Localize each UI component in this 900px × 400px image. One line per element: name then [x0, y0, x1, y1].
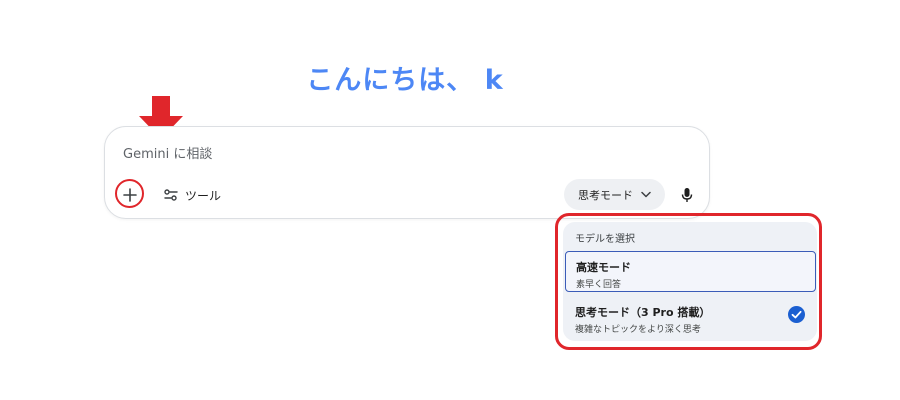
check-circle-icon — [788, 306, 805, 323]
prompt-input[interactable] — [123, 143, 683, 165]
tools-button[interactable]: ツール — [159, 182, 225, 208]
mic-icon — [681, 188, 693, 202]
tune-icon — [164, 189, 178, 201]
menu-item-subtitle: 素早く回答 — [576, 280, 622, 290]
tools-label: ツール — [185, 188, 222, 203]
menu-item-title: 思考モード（3 Pro 搭載） — [575, 306, 711, 319]
chevron-down-icon — [641, 191, 651, 198]
menu-item-title: 高速モード — [576, 261, 631, 274]
microphone-button[interactable] — [673, 181, 701, 209]
menu-header: モデルを選択 — [575, 234, 635, 245]
menu-item-thinking-mode[interactable]: 思考モード（3 Pro 搭載） 複雑なトピックをより深く思考 — [563, 297, 817, 337]
greeting-title: こんにちは、 k — [306, 65, 504, 96]
menu-item-subtitle: 複雑なトピックをより深く思考 — [575, 325, 701, 335]
mode-dropdown-menu: モデルを選択 高速モード 素早く回答 思考モード（3 Pro 搭載） 複雑なトピ… — [563, 222, 817, 341]
mode-selector-button[interactable]: 思考モード — [564, 179, 665, 210]
plus-icon — [123, 188, 137, 202]
add-button[interactable] — [116, 181, 144, 209]
gemini-home: こんにちは、 k ツール 思考モード — [0, 0, 900, 400]
prompt-box: ツール 思考モード — [104, 126, 710, 219]
mode-label: 思考モード — [578, 188, 633, 202]
menu-item-fast-mode[interactable]: 高速モード 素早く回答 — [565, 251, 816, 292]
